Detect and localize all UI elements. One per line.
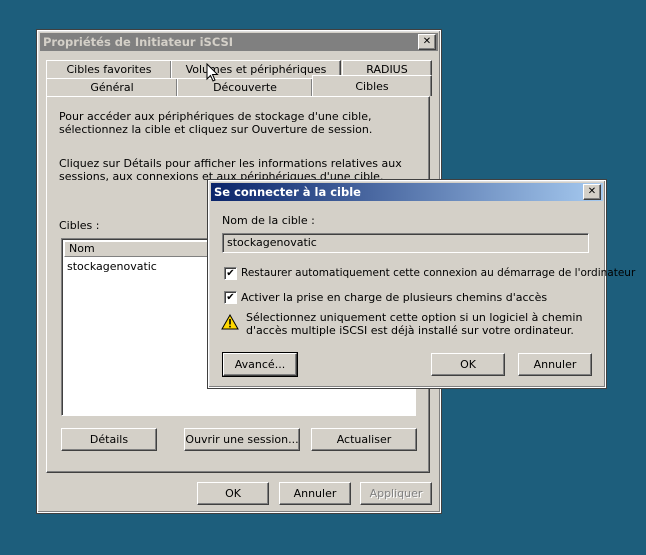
button-label: Annuler [533,358,577,371]
dialog-cancel-button[interactable]: Annuler [518,353,592,376]
tab-targets[interactable]: Cibles [312,75,432,96]
button-label: Appliquer [369,487,423,500]
targets-label: Cibles : [59,219,100,232]
tab-label: Cibles favorites [66,63,152,76]
list-item[interactable]: stockagenovatic [67,260,157,273]
tab-favorite-targets[interactable]: Cibles favorites [46,60,172,79]
properties-close-button[interactable]: ✕ [418,34,436,50]
advanced-button[interactable]: Avancé... [222,352,298,377]
details-button[interactable]: Détails [61,428,157,451]
properties-titlebar[interactable]: Propriétés de Initiateur iSCSI ✕ [40,33,438,51]
properties-title: Propriétés de Initiateur iSCSI [43,35,234,49]
restore-checkbox[interactable]: ✔ [224,267,237,280]
button-label: Détails [89,433,129,446]
tab-label: Général [90,81,134,94]
cancel-button[interactable]: Annuler [279,482,351,505]
button-label: Actualiser [336,433,392,446]
dialog-ok-button[interactable]: OK [431,353,505,376]
target-name-field: stockagenovatic [222,233,589,253]
button-label: OK [225,487,241,500]
connect-dialog-title: Se connecter à la cible [214,185,361,199]
mouse-cursor-icon [206,63,219,82]
button-label: Ouvrir une session... [185,433,299,446]
button-label: Annuler [293,487,337,500]
connect-dialog: Se connecter à la cible ✕ Nom de la cibl… [207,179,635,389]
target-name-label: Nom de la cible : [222,214,315,227]
open-session-button[interactable]: Ouvrir une session... [184,428,300,451]
warning-text: Sélectionnez uniquement cette option si … [246,311,583,337]
connect-dialog-titlebar[interactable]: Se connecter à la cible ✕ [211,183,603,201]
restore-checkbox-label[interactable]: Restaurer automatiquement cette connexio… [241,267,635,280]
ok-button[interactable]: OK [197,482,269,505]
close-icon: ✕ [587,186,597,197]
intro-text-1: Pour accéder aux périphériques de stocka… [59,110,373,136]
tab-label: Découverte [213,81,277,94]
multipath-checkbox[interactable]: ✔ [224,291,237,304]
close-icon: ✕ [422,36,432,47]
apply-button[interactable]: Appliquer [360,482,432,505]
check-icon: ✔ [226,268,235,279]
refresh-button[interactable]: Actualiser [311,428,417,451]
button-label: OK [460,358,476,371]
tab-label: Cibles [355,79,389,93]
dialog-close-button[interactable]: ✕ [583,184,601,200]
multipath-checkbox-label[interactable]: Activer la prise en charge de plusieurs … [241,291,547,304]
tab-discovery[interactable]: Découverte [177,78,313,97]
warning-icon [221,314,239,330]
check-icon: ✔ [226,292,235,303]
button-label: Avancé... [234,358,286,371]
column-label: Nom [69,242,95,255]
tab-general[interactable]: Général [46,78,178,97]
